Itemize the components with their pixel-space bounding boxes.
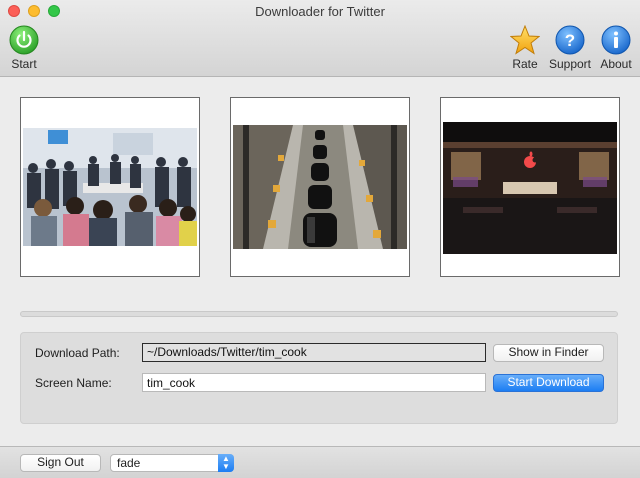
about-label: About — [600, 57, 632, 71]
bottom-bar: Sign Out fade ▲ ▼ — [0, 446, 640, 478]
power-icon — [9, 25, 39, 55]
toolbar: Downloader for Twitter Start Rate ? Supp… — [0, 0, 640, 77]
download-progress-bar — [20, 311, 618, 317]
app-window: Downloader for Twitter Start Rate ? Supp… — [0, 0, 640, 478]
show-in-finder-button[interactable]: Show in Finder — [493, 344, 604, 362]
rate-button[interactable]: Rate — [506, 25, 544, 71]
transition-select[interactable]: fade ▲ ▼ — [110, 454, 234, 472]
sign-out-button[interactable]: Sign Out — [20, 454, 101, 472]
start-download-button[interactable]: Start Download — [493, 374, 604, 392]
support-label: Support — [548, 57, 592, 71]
star-icon — [510, 25, 540, 55]
about-button[interactable]: About — [598, 25, 634, 71]
screen-name-label: Screen Name: — [35, 376, 112, 390]
crowd-photo — [23, 128, 197, 246]
support-button[interactable]: ? Support — [546, 25, 594, 71]
download-path-field: ~/Downloads/Twitter/tim_cook — [142, 343, 486, 362]
start-button[interactable]: Start — [6, 25, 42, 71]
screen-name-input[interactable] — [142, 373, 486, 392]
info-icon — [601, 25, 631, 55]
download-path-label: Download Path: — [35, 346, 120, 360]
assembly-line-photo — [233, 125, 407, 249]
window-title: Downloader for Twitter — [255, 4, 385, 19]
start-label: Start — [11, 57, 37, 71]
tweet-image-thumbnail[interactable] — [20, 97, 200, 277]
transition-select-value: fade — [117, 456, 141, 470]
store-night-photo — [443, 122, 617, 254]
question-icon: ? — [555, 25, 585, 55]
download-settings-panel: Download Path: ~/Downloads/Twitter/tim_c… — [20, 332, 618, 424]
tweet-image-thumbnail[interactable] — [440, 97, 620, 277]
updown-chevron-icon: ▲ ▼ — [218, 454, 234, 472]
rate-label: Rate — [512, 57, 538, 71]
svg-text:?: ? — [565, 31, 575, 50]
tweet-image-thumbnail[interactable] — [230, 97, 410, 277]
